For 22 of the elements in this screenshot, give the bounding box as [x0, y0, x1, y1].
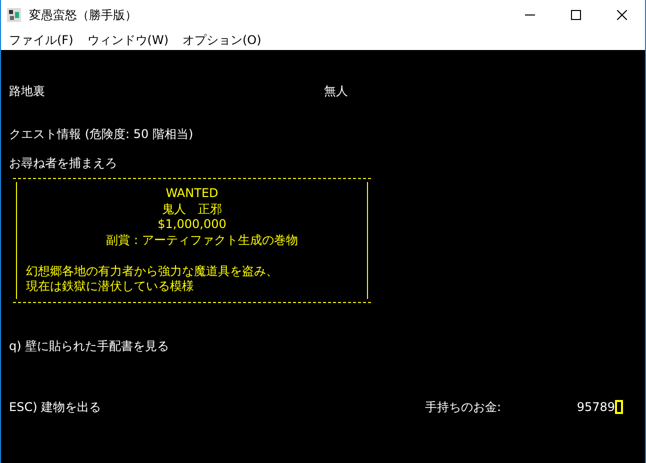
command-option[interactable]: ESC) 建物を出る	[9, 398, 425, 414]
quest-title: クエスト情報 (危険度: 50 階相当)	[9, 126, 194, 142]
window-title: 変愚蛮怒（勝手版）	[29, 7, 137, 24]
menu-item[interactable]: ファイル(F)	[2, 31, 80, 49]
money-value: 95789	[576, 398, 615, 414]
poster-heading: WANTED	[166, 186, 218, 202]
money-label: 手持ちのお金:	[425, 398, 502, 414]
menu-item[interactable]: ウィンドウ(W)	[80, 31, 176, 49]
poster-description: 幻想郷各地の有力者から強力な魔道具を盗み、	[25, 264, 278, 279]
poster-description: 現在は鉄獄に潜伏している模様	[25, 279, 194, 294]
cursor-icon	[615, 400, 623, 414]
command-option[interactable]: q) 壁に貼られた手配書を見る	[9, 338, 639, 354]
poster-target: 鬼人 正邪	[162, 202, 222, 217]
app-icon	[6, 7, 22, 23]
status-label: 無人	[324, 83, 348, 99]
quest-name: お尋ね者を捕まえろ	[9, 155, 117, 171]
close-icon	[617, 10, 627, 20]
poster-bounty: $1,000,000	[158, 217, 226, 232]
maximize-icon	[571, 10, 581, 20]
menu-item[interactable]: オプション(O)	[176, 31, 268, 49]
poster-bonus: 副賞：アーティファクト生成の巻物	[105, 232, 298, 248]
location-label: 路地裏	[9, 83, 46, 99]
